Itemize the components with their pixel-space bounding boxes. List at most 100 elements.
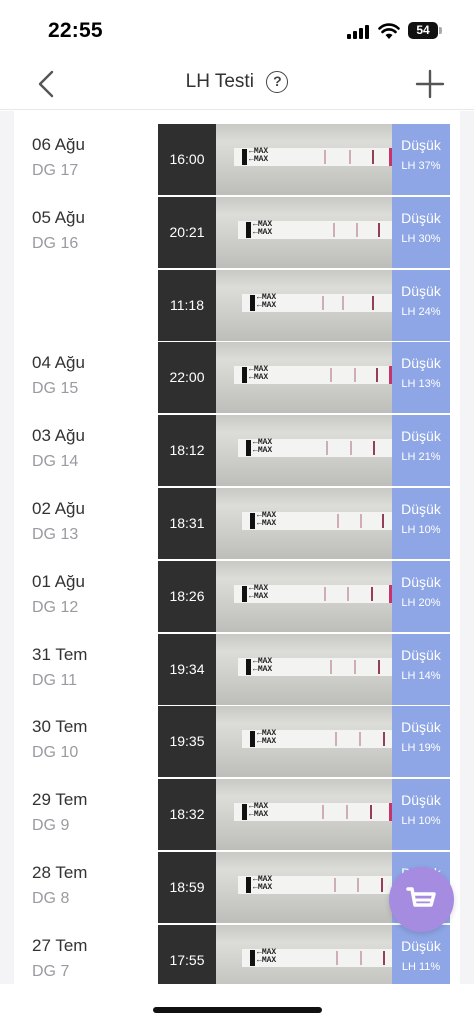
- strip-test-line: [334, 878, 336, 892]
- level-label: Düşük: [401, 428, 441, 445]
- strip-test-line: [349, 150, 351, 164]
- strip-handle-mark: [250, 513, 255, 529]
- cycle-day: DG 8: [32, 890, 70, 907]
- test-strip: ←MAX ←MAX: [234, 366, 419, 385]
- strip-handle-mark: [246, 221, 251, 238]
- level-label: Düşük: [401, 501, 441, 517]
- strip-test-line: [381, 878, 383, 892]
- list-item[interactable]: 31 Tem DG 11 19:34 ←MAX ←MAX Düşük LH 14%: [0, 621, 474, 705]
- level-label: Düşük: [401, 209, 441, 226]
- list-item[interactable]: 06 Ağu DG 17 16:00 ←MAX ←MAX Düşük LH 37%: [0, 111, 474, 195]
- title-wrap: LH Testi ?: [0, 71, 474, 93]
- level-label: Düşük: [401, 937, 441, 954]
- list-item[interactable]: 11:18 ←MAX ←MAX Düşük LH 24%: [0, 257, 474, 341]
- test-strip-photo: ←MAX ←MAX: [216, 924, 427, 984]
- cart-button[interactable]: [389, 867, 454, 932]
- strip-max-label: ←MAX ←MAX: [253, 656, 273, 674]
- level-label: Düşük: [401, 282, 441, 299]
- strip-test-line: [372, 295, 374, 310]
- entry-date: 02 Ağu: [32, 499, 85, 518]
- strip-max-label: ←MAX ←MAX: [249, 802, 269, 820]
- test-strip: ←MAX ←MAX: [238, 875, 423, 894]
- strip-test-line: [322, 295, 324, 310]
- strip-max-label: ←MAX ←MAX: [257, 292, 277, 310]
- add-button[interactable]: [414, 68, 446, 100]
- entry-date: 05 Ağu: [32, 207, 85, 227]
- list-item[interactable]: 03 Ağu DG 14 18:12 ←MAX ←MAX Düşük LH 21%: [0, 402, 474, 487]
- status-bar: 22:55 54: [0, 0, 474, 58]
- cycle-day: DG 13: [32, 526, 79, 543]
- strip-test-line: [359, 732, 361, 747]
- lh-percentage: LH 10%: [401, 815, 441, 828]
- level-label: Düşük: [401, 792, 441, 809]
- home-indicator[interactable]: [153, 1007, 322, 1013]
- strip-test-line: [330, 659, 332, 674]
- strip-test-line: [326, 441, 328, 456]
- lh-percentage: LH 10%: [401, 524, 441, 536]
- strip-test-line: [357, 878, 359, 892]
- strip-test-line: [335, 732, 337, 747]
- strip-test-line: [370, 805, 372, 820]
- strip-max-label: ←MAX ←MAX: [249, 147, 269, 164]
- cycle-day: DG 9: [32, 817, 70, 835]
- strip-handle-mark: [242, 367, 247, 384]
- strip-test-line: [337, 514, 339, 528]
- strip-test-line: [347, 586, 349, 601]
- strip-max-label: ←MAX ←MAX: [257, 511, 277, 528]
- strip-handle-mark: [242, 585, 247, 602]
- entry-date: 29 Tem: [32, 790, 88, 810]
- lh-percentage: LH 37%: [401, 160, 441, 172]
- entry-date: 01 Ağu: [32, 571, 85, 591]
- strip-handle-mark: [246, 658, 251, 675]
- strip-test-line: [346, 805, 348, 820]
- lh-percentage: LH 30%: [401, 232, 441, 245]
- strip-test-line: [383, 950, 385, 965]
- strip-test-line: [378, 659, 380, 674]
- strip-max-label: ←MAX ←MAX: [257, 729, 277, 747]
- list-item[interactable]: 01 Ağu DG 12 18:26 ←MAX ←MAX Düşük LH 20%: [0, 548, 474, 632]
- entry-date: 27 Tem: [32, 935, 88, 955]
- cycle-day: DG 7: [32, 962, 70, 980]
- lh-percentage: LH 24%: [401, 305, 441, 318]
- result-level: Düşük LH 11%: [392, 924, 450, 984]
- list-item[interactable]: 30 Tem DG 10 19:35 ←MAX ←MAX Düşük LH 19%: [0, 693, 474, 778]
- strip-max-label: ←MAX ←MAX: [249, 583, 269, 601]
- lh-percentage: LH 11%: [401, 960, 441, 973]
- strip-test-line: [373, 441, 375, 456]
- strip-test-line: [330, 368, 332, 383]
- strip-test-line: [354, 659, 356, 674]
- test-strip: ←MAX ←MAX: [234, 802, 419, 822]
- battery-icon: 54: [408, 22, 438, 39]
- test-result-card[interactable]: 17:55 ←MAX ←MAX Düşük LH 11%: [158, 924, 450, 984]
- list-item[interactable]: 04 Ağu DG 15 22:00 ←MAX ←MAX Düşük LH 13%: [0, 329, 474, 414]
- list-item[interactable]: 29 Tem DG 9 18:32 ←MAX ←MAX Düşük LH 10%: [0, 766, 474, 851]
- cycle-day: DG 16: [32, 234, 79, 252]
- strip-max-label: ←MAX ←MAX: [253, 875, 273, 892]
- page-title: LH Testi: [185, 71, 254, 92]
- help-icon[interactable]: ?: [266, 71, 289, 93]
- strip-test-line: [350, 441, 352, 456]
- strip-handle-mark: [246, 877, 251, 893]
- strip-test-line: [336, 950, 338, 965]
- strip-handle-mark: [242, 804, 247, 821]
- strip-handle-mark: [250, 949, 255, 966]
- nav-bar: LH Testi ?: [0, 58, 474, 110]
- strip-test-line: [382, 514, 384, 528]
- strip-handle-mark: [250, 294, 255, 311]
- entry-date: 31 Tem: [32, 644, 88, 664]
- strip-max-label: ←MAX ←MAX: [257, 947, 277, 965]
- lh-test-list[interactable]: 06 Ağu DG 17 16:00 ←MAX ←MAX Düşük LH 37% 05 Ağ…: [0, 111, 474, 984]
- strip-test-line: [378, 222, 380, 237]
- cycle-day: DG 15: [32, 380, 79, 398]
- list-item[interactable]: 02 Ağu DG 13 18:31 ←MAX ←MAX Düşük LH 10%: [0, 475, 474, 559]
- strip-test-line: [322, 805, 324, 820]
- strip-handle-mark: [250, 731, 255, 748]
- battery-cap: [439, 27, 442, 34]
- strip-test-line: [356, 222, 358, 237]
- list-item[interactable]: 05 Ağu DG 16 20:21 ←MAX ←MAX Düşük LH 30%: [0, 184, 474, 268]
- strip-test-line: [360, 950, 362, 965]
- level-label: Düşük: [401, 719, 441, 736]
- entry-date: 06 Ağu: [32, 135, 85, 154]
- strip-test-line: [354, 368, 356, 383]
- strip-test-line: [376, 368, 378, 383]
